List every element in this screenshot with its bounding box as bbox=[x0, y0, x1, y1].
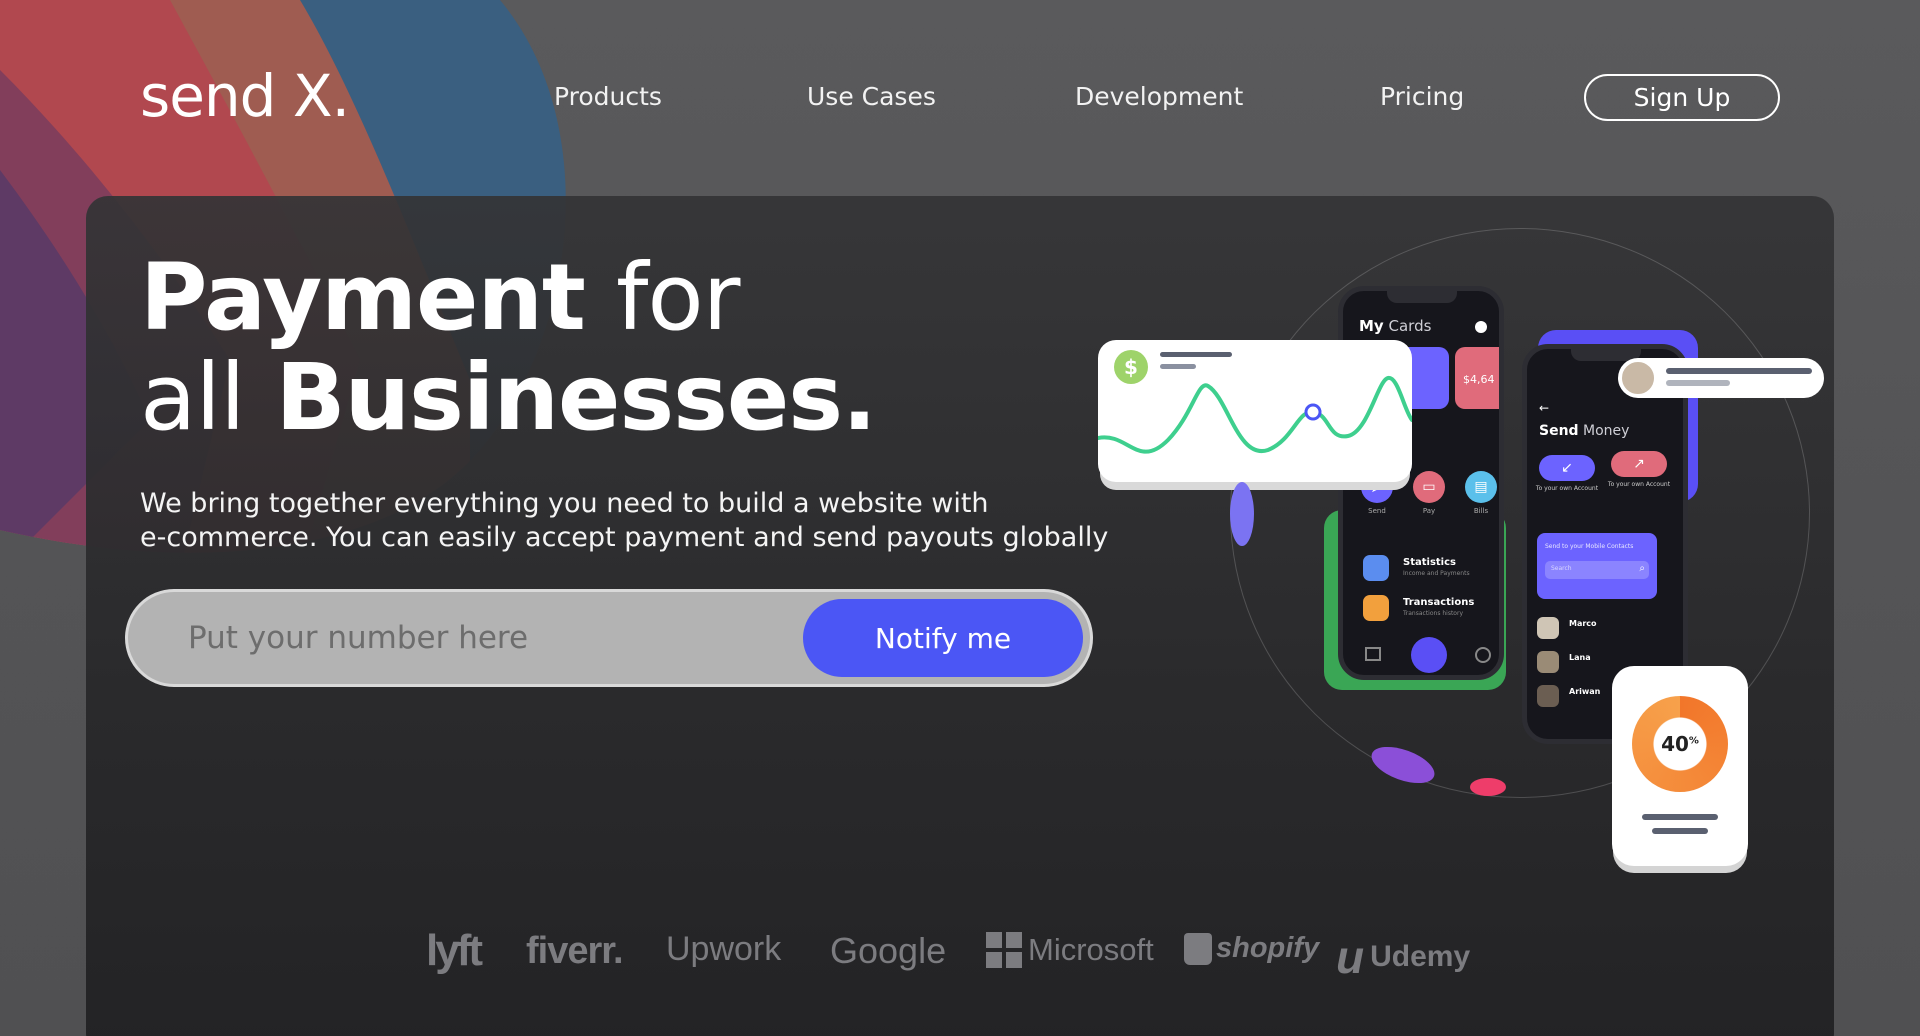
upwork-logo: Upwork bbox=[666, 930, 782, 968]
decor-purple-ellipse bbox=[1230, 482, 1254, 546]
chart-icon bbox=[1363, 555, 1389, 581]
google-logo: Google bbox=[830, 930, 947, 971]
card-pink[interactable]: $4,64 bbox=[1455, 347, 1499, 409]
bills-icon: ▤ bbox=[1465, 471, 1497, 503]
transactions-row[interactable]: Transactions Transactions history bbox=[1363, 595, 1493, 623]
partner-logos: lyft fiverr. Upwork Google Microsoft sho… bbox=[0, 926, 1920, 990]
nav-use-cases[interactable]: Use Cases bbox=[807, 82, 936, 111]
contacts-search-card: Send to your Mobile Contacts Search ⌕ bbox=[1537, 533, 1657, 599]
receive-button[interactable]: ↙ bbox=[1539, 455, 1595, 481]
udemy-u-icon: u bbox=[1336, 931, 1365, 983]
progress-ring: 40% bbox=[1632, 696, 1728, 792]
subtitle-line-2: e-commerce. You can easily accept paymen… bbox=[140, 522, 1109, 553]
contacts-search-input[interactable]: Search ⌕ bbox=[1545, 561, 1649, 579]
add-card-icon[interactable] bbox=[1475, 321, 1487, 333]
statistics-row[interactable]: Statistics Income and Payments bbox=[1363, 555, 1493, 583]
avatar bbox=[1537, 617, 1559, 639]
notify-form: Notify me bbox=[128, 592, 1090, 684]
phone-notch bbox=[1387, 291, 1457, 303]
progress-value: 40% bbox=[1661, 732, 1699, 756]
subtitle-line-1: We bring together everything you need to… bbox=[140, 488, 989, 519]
headline-word-all: all bbox=[140, 344, 245, 451]
phone-number-input[interactable] bbox=[188, 616, 828, 660]
placeholder-line bbox=[1652, 828, 1708, 834]
nav-products[interactable]: Products bbox=[554, 82, 662, 111]
fiverr-logo: fiverr. bbox=[526, 930, 624, 972]
decor-pink-ellipse bbox=[1470, 778, 1506, 796]
hero-subtitle: We bring together everything you need to… bbox=[140, 487, 1120, 555]
headline-word-for: for bbox=[615, 244, 740, 351]
wallet-icon: ▭ bbox=[1413, 471, 1445, 503]
shopping-bag-icon bbox=[1184, 932, 1212, 965]
chart-marker bbox=[1304, 403, 1322, 421]
app-illustration: My Cards 50 $4,64 ➤ Send ▭ Pay ▤ Bills S… bbox=[1090, 220, 1850, 880]
send-button[interactable]: ↗ bbox=[1611, 451, 1667, 477]
pay-action[interactable]: ▭ Pay bbox=[1409, 471, 1449, 515]
receipt-icon bbox=[1363, 595, 1389, 621]
headline-word-businesses: Businesses. bbox=[275, 344, 877, 451]
my-cards-title: My Cards bbox=[1359, 317, 1432, 335]
avatar bbox=[1537, 685, 1559, 707]
back-arrow-icon[interactable]: ← bbox=[1539, 401, 1549, 415]
microsoft-logo: Microsoft bbox=[986, 932, 1154, 968]
nav-development[interactable]: Development bbox=[1075, 82, 1243, 111]
card-fab-icon[interactable] bbox=[1411, 637, 1447, 673]
brand-logo[interactable]: send X. bbox=[140, 62, 350, 130]
settings-icon[interactable] bbox=[1475, 647, 1491, 663]
bills-action[interactable]: ▤ Bills bbox=[1461, 471, 1499, 515]
windows-grid-icon bbox=[986, 932, 1022, 968]
placeholder-line bbox=[1666, 368, 1812, 374]
placeholder-line bbox=[1642, 814, 1718, 820]
home-icon[interactable] bbox=[1365, 647, 1381, 661]
search-icon: ⌕ bbox=[1639, 563, 1645, 574]
nav-pricing[interactable]: Pricing bbox=[1380, 82, 1464, 111]
placeholder-line bbox=[1666, 380, 1730, 386]
headline-word-payment: Payment bbox=[140, 244, 586, 351]
income-chart-card: $ bbox=[1098, 340, 1412, 482]
sign-up-button[interactable]: Sign Up bbox=[1584, 74, 1780, 121]
income-line-chart bbox=[1098, 376, 1412, 454]
progress-card: 40% bbox=[1612, 666, 1748, 866]
notify-me-button[interactable]: Notify me bbox=[803, 599, 1083, 677]
contact-pill bbox=[1618, 358, 1824, 398]
lyft-logo: lyft bbox=[426, 926, 483, 975]
udemy-logo: u Udemy bbox=[1336, 931, 1471, 983]
send-money-title: Send Money bbox=[1539, 423, 1630, 439]
avatar bbox=[1620, 360, 1656, 396]
contact-row[interactable]: Marco bbox=[1537, 617, 1667, 643]
hero-headline: Payment for all Businesses. bbox=[140, 248, 877, 451]
avatar bbox=[1537, 651, 1559, 673]
shopify-logo: shopify bbox=[1184, 932, 1319, 965]
